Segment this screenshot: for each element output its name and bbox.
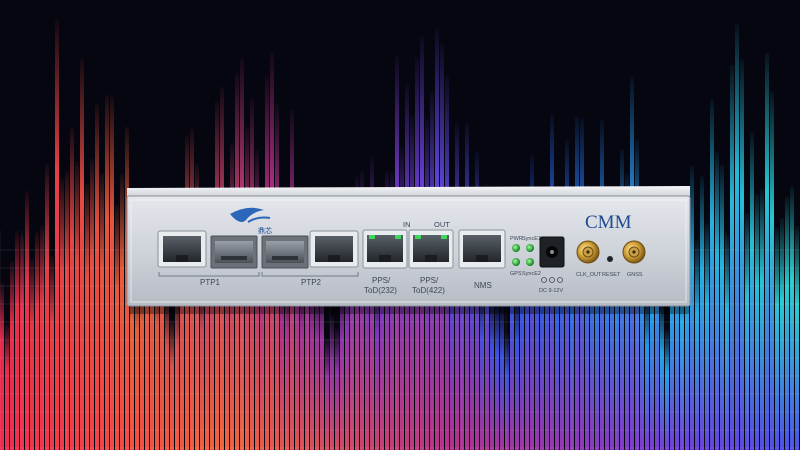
synce1-label: SyncE1 (522, 236, 541, 242)
sma-connector-gnss[interactable] (622, 240, 646, 264)
sfp-port-ptp1[interactable] (210, 235, 258, 269)
reset-button[interactable] (607, 256, 613, 262)
model-name: CMM (585, 212, 632, 233)
gnss-label: GNSS (627, 272, 643, 278)
product-photo: 鼎芯 PTP1 PTP2 IN OUT PPS/ ToD(232) PPS/ T… (0, 0, 800, 450)
rj45-port-ptp1[interactable] (157, 230, 207, 268)
logo-text: 鼎芯 (258, 226, 272, 235)
rj45-port-nms[interactable] (458, 229, 506, 269)
pps-232-label-line1: PPS/ (372, 276, 391, 285)
pwr-led (512, 244, 520, 252)
rj45-port-pps-tod-232[interactable] (362, 229, 408, 269)
clk-out-label: CLK_OUT (576, 272, 602, 278)
rj45-port-pps-tod-422[interactable] (408, 229, 454, 269)
nms-label: NMS (474, 281, 492, 290)
sfp-port-ptp2[interactable] (261, 235, 309, 269)
gps-label: GPS (510, 271, 522, 277)
pwr-label: PWR (510, 236, 523, 242)
pps-232-label-line2: ToD(232) (364, 286, 397, 295)
synce2-label: SyncE2 (522, 271, 541, 277)
out-label: OUT (434, 220, 450, 229)
dc-power-jack[interactable] (539, 236, 565, 268)
rj45-port-ptp2[interactable] (309, 230, 359, 268)
synce1-led (526, 244, 534, 252)
synce2-led (526, 258, 534, 266)
pps-422-label-line2: ToD(422) (412, 286, 445, 295)
ptp2-label: PTP2 (301, 278, 322, 287)
cmm-device: 鼎芯 PTP1 PTP2 IN OUT PPS/ ToD(232) PPS/ T… (126, 186, 691, 314)
gps-led (512, 258, 520, 266)
in-label: IN (403, 220, 411, 229)
reset-label: RESET (602, 272, 621, 278)
power-label: DC 9-12V (539, 288, 563, 294)
sma-connector-clk-out[interactable] (576, 240, 600, 264)
pps-422-label-line1: PPS/ (420, 276, 439, 285)
ptp1-label: PTP1 (200, 278, 221, 287)
